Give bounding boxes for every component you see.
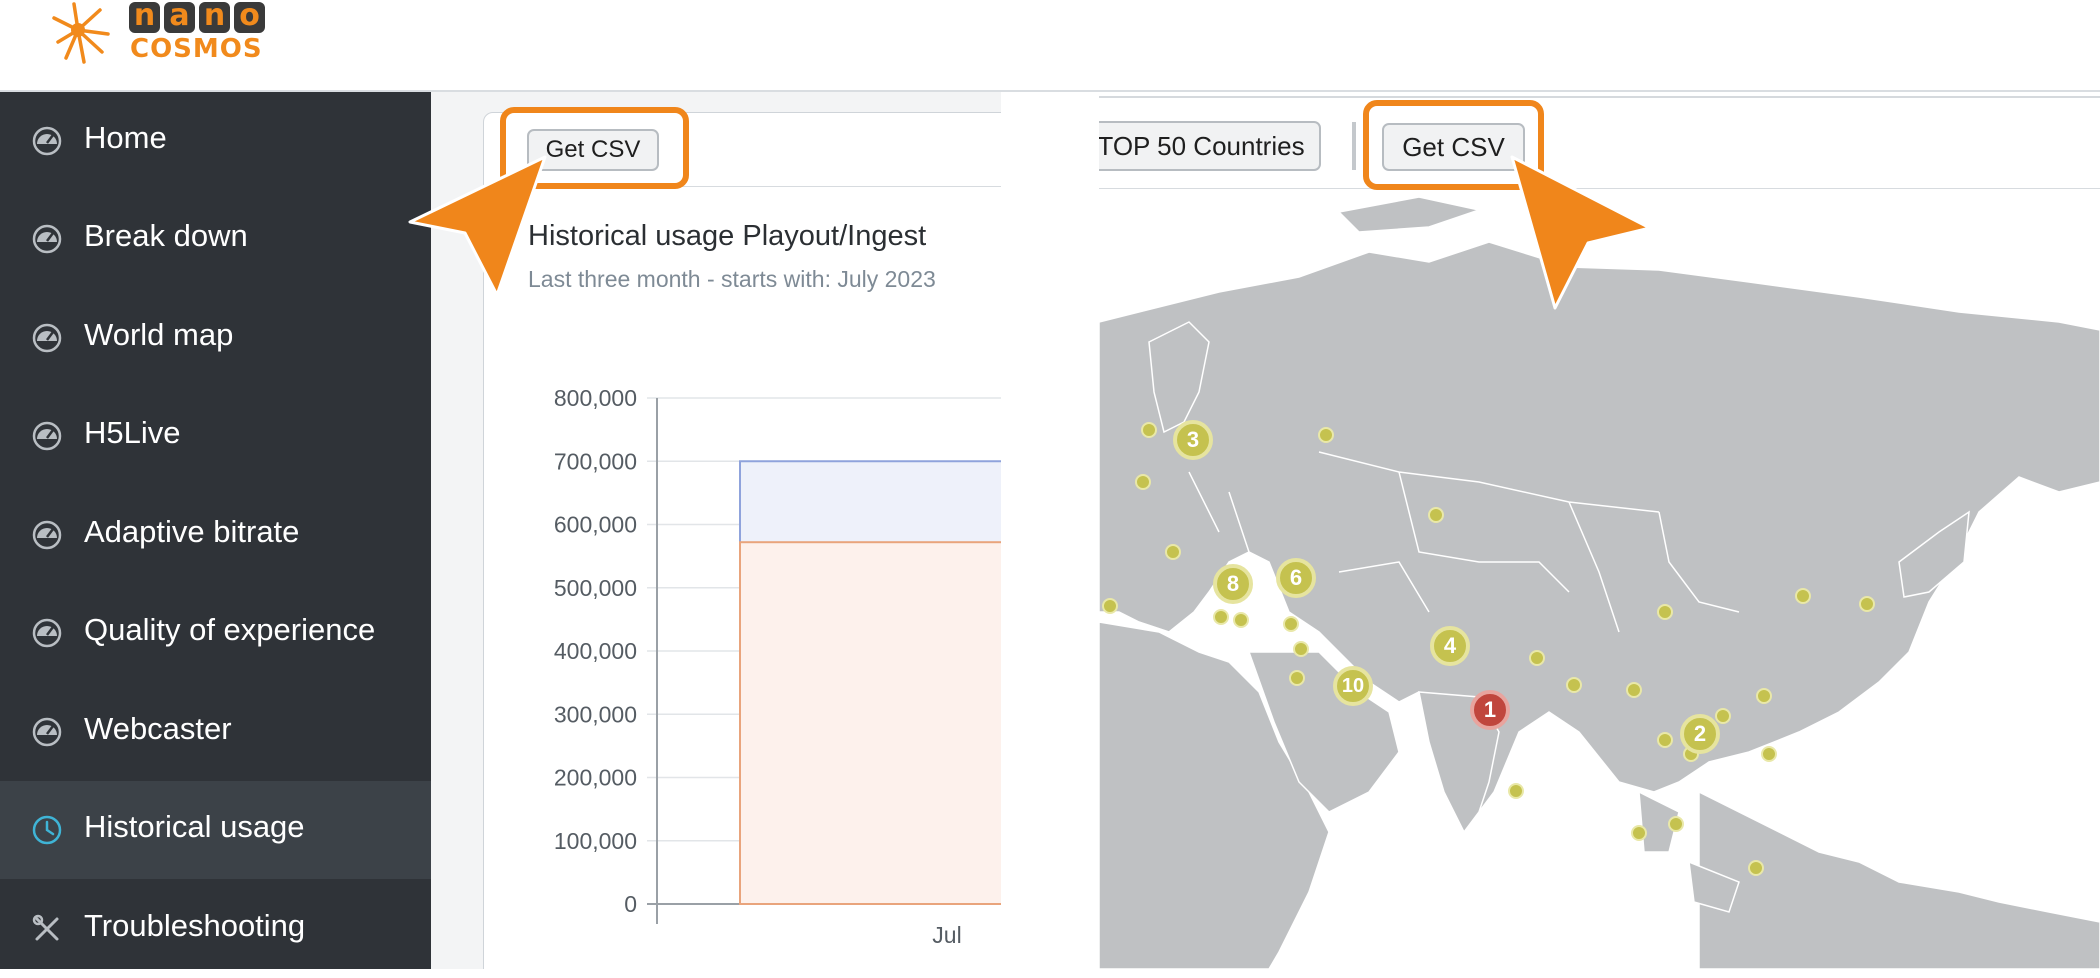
top-50-countries-button[interactable]: TOP 50 Countries (1099, 121, 1321, 171)
tools-icon (32, 914, 59, 941)
y-tick-label: 800,000 (554, 385, 637, 411)
y-tick-label: 600,000 (554, 512, 637, 538)
speedometer-icon (32, 717, 62, 747)
map-toolbar-divider (1099, 188, 2100, 189)
map-cluster-count: 8 (1226, 571, 1240, 596)
clock-icon (32, 815, 62, 845)
sidebar-item-label: Historical usage (84, 809, 305, 844)
top50-button-clip: TOP 50 Countries (1099, 121, 1324, 173)
logo-wordmark: COSMOS (130, 34, 263, 64)
speedometer-icon (32, 323, 62, 353)
bar (739, 541, 1001, 906)
chart-title: Historical usage Playout/Ingest (528, 220, 927, 252)
sidebar-item-world-map[interactable]: World map (0, 289, 431, 387)
sidebar-item-adaptive-bitrate[interactable]: Adaptive bitrate (0, 486, 431, 584)
sidebar: Home Break down World map H5Live Adaptiv… (0, 92, 431, 969)
logo-letter: o (234, 1, 265, 33)
y-tick-label: 500,000 (554, 575, 637, 601)
speedometer-icon (32, 224, 62, 254)
usage-bar-chart: 800,000 700,000 600,000 500,000 400,000 300,0… (554, 385, 1001, 948)
sidebar-item-home[interactable]: Home (0, 92, 431, 190)
y-tick-label: 100,000 (554, 828, 637, 854)
sidebar-item-label: Home (84, 120, 167, 155)
logo-letter: a (164, 1, 195, 33)
speedometer-icon (32, 618, 62, 648)
map-cluster-count: 3 (1186, 427, 1200, 452)
toolbar-separator (1352, 122, 1356, 170)
map-cluster-count: 6 (1289, 565, 1303, 590)
map-cluster-marker[interactable]: 1 (1470, 690, 1510, 730)
sidebar-item-label: Break down (84, 218, 248, 253)
map-cluster-marker[interactable]: 10 (1333, 666, 1373, 706)
map-cluster-marker[interactable]: 4 (1430, 626, 1470, 666)
sun-burst-icon (52, 2, 110, 64)
sidebar-item-historical-usage[interactable]: Historical usage (0, 781, 431, 879)
speedometer-icon (32, 126, 62, 156)
world-map (1099, 191, 2100, 969)
sidebar-item-label: Adaptive bitrate (84, 514, 300, 549)
sidebar-item-label: World map (84, 317, 234, 352)
sidebar-item-label: H5Live (84, 415, 181, 450)
nanocosmos-logo[interactable]: n a n o COSMOS (48, 0, 288, 70)
map-cluster-count: 10 (1341, 675, 1365, 697)
map-cluster-count: 4 (1443, 633, 1457, 658)
sidebar-item-h5live[interactable]: H5Live (0, 387, 431, 485)
y-tick-label: 0 (624, 891, 637, 917)
speedometer-icon (32, 520, 62, 550)
logo-letter: n (199, 1, 230, 33)
map-cluster-marker[interactable]: 8 (1213, 564, 1253, 604)
sidebar-item-troubleshooting[interactable]: Troubleshooting (0, 880, 431, 978)
map-card-top-border (1099, 96, 2100, 98)
y-tick-label: 400,000 (554, 638, 637, 664)
map-cluster-count: 2 (1693, 721, 1707, 746)
world-map-panel: 3 8 6 4 10 1 2 (1099, 92, 2100, 969)
sidebar-item-break-down[interactable]: Break down (0, 190, 431, 288)
map-cluster-count: 1 (1483, 697, 1497, 722)
speedometer-icon (32, 421, 62, 451)
sidebar-item-label: Webcaster (84, 711, 232, 746)
map-cluster-marker[interactable]: 3 (1173, 420, 1213, 460)
app-header: n a n o COSMOS (0, 0, 2100, 90)
highlight-frame (500, 107, 689, 189)
sidebar-item-label: Troubleshooting (84, 908, 306, 943)
y-tick-label: 300,000 (554, 701, 637, 727)
map-cluster-marker[interactable]: 2 (1680, 714, 1720, 754)
sidebar-item-quality-of-experience[interactable]: Quality of experience (0, 584, 431, 682)
highlight-frame (1363, 100, 1544, 190)
sidebar-item-label: Quality of experience (84, 612, 376, 647)
chart-subtitle: Last three month - starts with: July 202… (528, 266, 936, 292)
map-cluster-marker[interactable]: 6 (1276, 558, 1316, 598)
sidebar-item-webcaster[interactable]: Webcaster (0, 683, 431, 781)
y-tick-label: 200,000 (554, 765, 637, 791)
x-tick-label: Jul (932, 922, 961, 948)
logo-letter: n (129, 1, 160, 33)
y-tick-label: 700,000 (554, 448, 637, 474)
